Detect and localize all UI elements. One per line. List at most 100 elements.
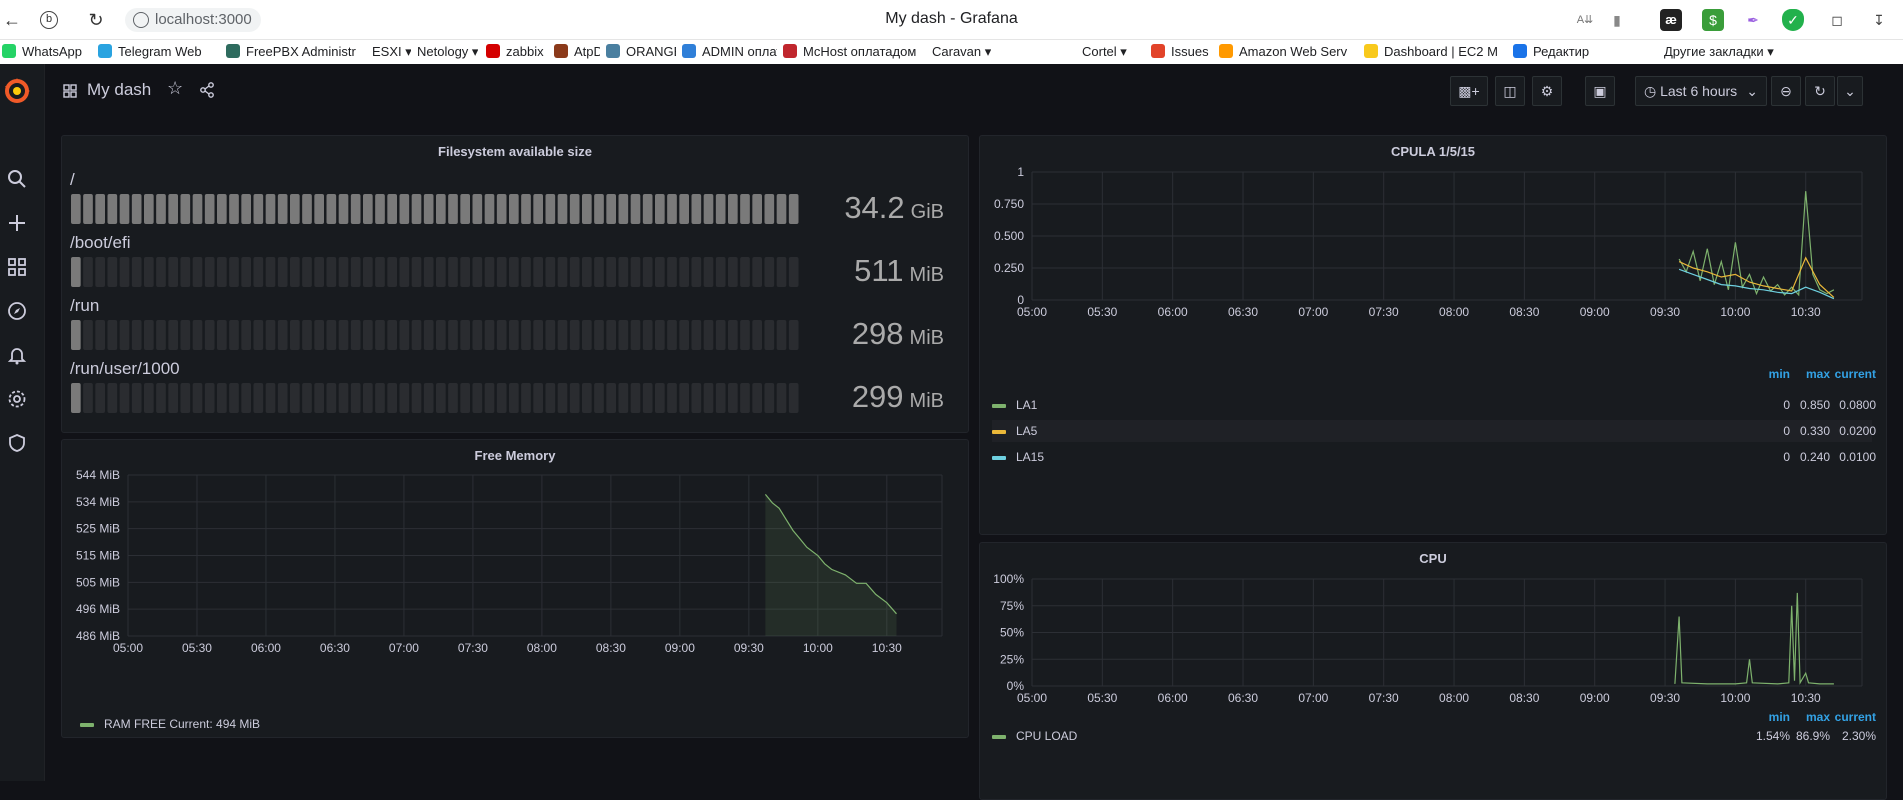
gauge-cell [691, 320, 702, 350]
explore-compass-icon[interactable] [6, 300, 28, 322]
bookmark-item[interactable]: Amazon Web Serv [1219, 44, 1347, 60]
legend-item[interactable]: LA15 [992, 446, 1872, 468]
bookmark-item[interactable]: AtpDomo [554, 44, 600, 60]
gauge-cell [326, 320, 337, 350]
gauge-cell [387, 320, 397, 350]
legend-header-max[interactable]: max [1806, 710, 1830, 724]
gauge-cell [204, 320, 215, 350]
filesystem-bar-gauge[interactable] [70, 383, 800, 413]
gauge-cell [642, 257, 653, 287]
bookmark-item[interactable]: ADMIN оплатадом [682, 44, 777, 60]
x-tick-label: 06:30 [320, 641, 350, 655]
share-icon[interactable] [199, 82, 215, 98]
zoom-out-button[interactable]: ⊖ [1771, 76, 1801, 106]
translate-icon[interactable]: A⇊ [1574, 9, 1596, 31]
y-tick-label: 0.250 [994, 261, 1024, 275]
legend-header-current[interactable]: current [1835, 367, 1876, 381]
bookmark-item[interactable]: Caravan ▾ [932, 44, 991, 60]
alerting-bell-icon[interactable] [6, 344, 28, 366]
gauge-cell [192, 194, 203, 224]
bookmark-item[interactable]: zabbix [486, 44, 544, 60]
bookmark-item[interactable]: ORANGE [606, 44, 676, 60]
bookmark-icon[interactable]: ▮ [1606, 9, 1628, 31]
extension-ae-icon[interactable]: æ [1660, 9, 1682, 31]
star-icon[interactable]: ☆ [167, 78, 183, 99]
x-tick-label: 09:00 [1580, 691, 1610, 705]
gauge-cell [594, 383, 604, 413]
gauge-cell [180, 383, 191, 413]
legend-item[interactable]: RAM FREE Current: 494 MiB [80, 713, 260, 735]
legend-header-max[interactable]: max [1806, 367, 1830, 381]
bookmark-item[interactable]: Telegram Web [98, 44, 202, 60]
search-icon[interactable] [6, 168, 28, 190]
legend-header-min[interactable]: min [1769, 710, 1790, 724]
gauge-cell [703, 320, 714, 350]
bookmark-item[interactable]: Issues · Александр [1151, 44, 1213, 60]
gauge-cell [314, 383, 324, 413]
filesystem-bar-gauge[interactable] [70, 320, 800, 350]
legend-header-min[interactable]: min [1769, 367, 1790, 381]
gauge-cell [375, 383, 385, 413]
gauge-cell [521, 320, 531, 350]
extension-shield-icon[interactable]: ✓ [1782, 9, 1804, 31]
y-tick-label: 100% [993, 572, 1024, 586]
bookmark-item[interactable]: WhatsApp [2, 44, 82, 60]
bookmark-item[interactable]: Редактир [1513, 44, 1589, 60]
add-panel-button[interactable]: ▩+ [1450, 76, 1488, 106]
gauge-cell [290, 257, 300, 287]
dashboard-settings-button[interactable]: ⚙ [1532, 76, 1562, 106]
gauge-cell [667, 320, 677, 350]
refresh-interval-button[interactable]: ⌄ [1837, 76, 1863, 106]
legend-value-min: 0 [1783, 398, 1790, 412]
grafana-main: My dash ☆ ▩+ ◫ ⚙ ▣ ◷ Last 6 hours ⌄ ⊖ ↻ ⌄… [45, 64, 1903, 800]
bookmark-item[interactable]: Netology ▾ [417, 44, 478, 60]
dashboards-icon[interactable] [6, 256, 28, 278]
gauge-cell [290, 383, 300, 413]
extensions-puzzle-icon[interactable]: ◻ [1826, 9, 1848, 31]
extension-wallet-icon[interactable]: $ [1702, 9, 1724, 31]
gauge-cell [764, 257, 775, 287]
cpu-chart[interactable]: 0%25%50%75%100%05:00 05:30 06:00 06:30 07:00… [980, 543, 1886, 728]
time-range-picker[interactable]: ◷ Last 6 hours ⌄ [1635, 76, 1767, 106]
filesystem-bar-gauge[interactable] [70, 257, 800, 287]
legend-item[interactable]: CPU LOAD [992, 725, 1872, 747]
gear-icon[interactable] [6, 388, 28, 410]
gauge-cell [533, 194, 543, 224]
gauge-cell [217, 383, 227, 413]
free-memory-chart[interactable]: 486 MiB496 MiB505 MiB515 MiB525 MiB534 M… [62, 440, 968, 700]
plus-icon[interactable] [6, 212, 28, 234]
gauge-cell [740, 383, 750, 413]
gauge-cell [667, 383, 677, 413]
gauge-cell [606, 257, 616, 287]
cpula-chart[interactable]: 00.2500.5000.750105:00 05:30 06:00 06:30 07:… [980, 136, 1886, 356]
legend-item[interactable]: LA1 [992, 394, 1872, 416]
legend-header-current[interactable]: current [1835, 710, 1876, 724]
chevron-down-icon: ⌄ [1844, 83, 1856, 99]
gauge-cell [265, 257, 276, 287]
bookmark-item[interactable]: Cortel ▾ [1082, 44, 1127, 60]
dashboard-title[interactable]: My dash [87, 80, 151, 100]
y-tick-label: 50% [1000, 626, 1024, 640]
bookmark-item[interactable]: Другие закладки ▾ [1664, 44, 1774, 60]
shield-icon[interactable] [6, 432, 28, 454]
cycle-view-mode-button[interactable]: ▣ [1585, 76, 1615, 106]
save-dashboard-button[interactable]: ◫ [1495, 76, 1525, 106]
gauge-cell [277, 383, 288, 413]
bookmark-item[interactable]: ESXI ▾ [372, 44, 411, 60]
x-tick-label: 07:30 [458, 641, 488, 655]
gauge-cell [715, 383, 726, 413]
value-number: 511 [854, 253, 904, 288]
bookmark-item[interactable]: McHost оплатадом [783, 44, 916, 60]
legend-item[interactable]: LA5 [992, 420, 1872, 442]
download-icon[interactable]: ↧ [1868, 9, 1890, 31]
gauge-cell [557, 383, 568, 413]
extension-pen-icon[interactable]: ✒ [1742, 9, 1764, 31]
x-tick-label: 06:30 [1228, 691, 1258, 705]
refresh-button[interactable]: ↻ [1805, 76, 1835, 106]
panel-title[interactable]: Filesystem available size [62, 144, 968, 159]
bookmark-item[interactable]: FreePBX Administr [226, 44, 356, 60]
bookmark-item[interactable]: Dashboard | EC2 M [1364, 44, 1498, 60]
grafana-logo-icon[interactable] [2, 76, 32, 106]
mount-label: /run/user/1000 [70, 359, 180, 378]
filesystem-bar-gauge[interactable] [70, 194, 800, 224]
